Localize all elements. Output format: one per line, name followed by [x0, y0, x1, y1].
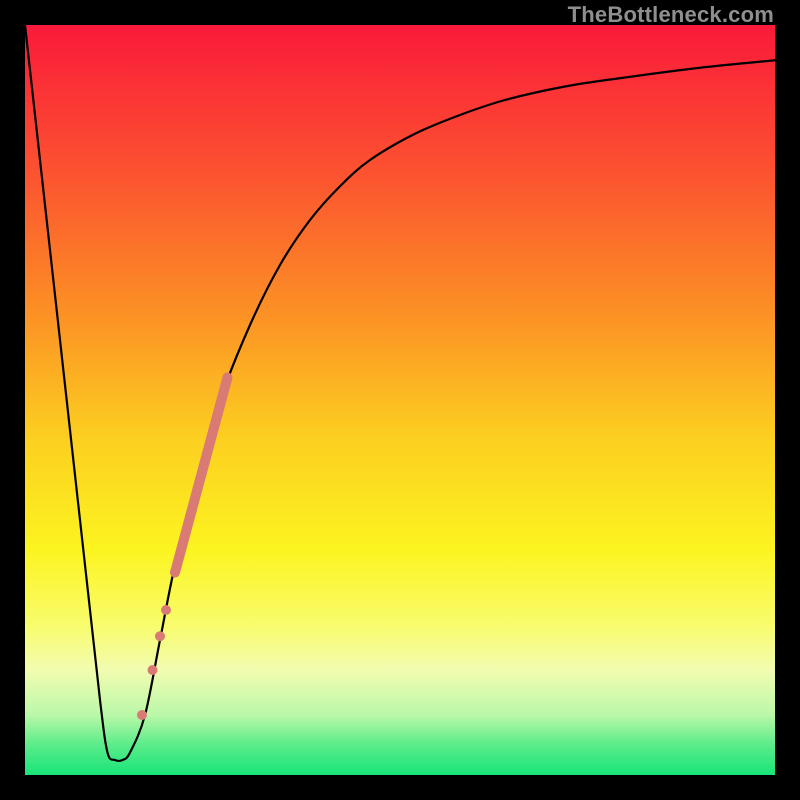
dot4 [137, 710, 147, 720]
plot-area [25, 25, 775, 775]
gradient-background [25, 25, 775, 775]
dot2 [155, 631, 165, 641]
watermark-text: TheBottleneck.com [568, 2, 774, 28]
chart-frame: TheBottleneck.com [0, 0, 800, 800]
chart-svg [25, 25, 775, 775]
dot1 [161, 605, 171, 615]
dot3 [148, 665, 158, 675]
